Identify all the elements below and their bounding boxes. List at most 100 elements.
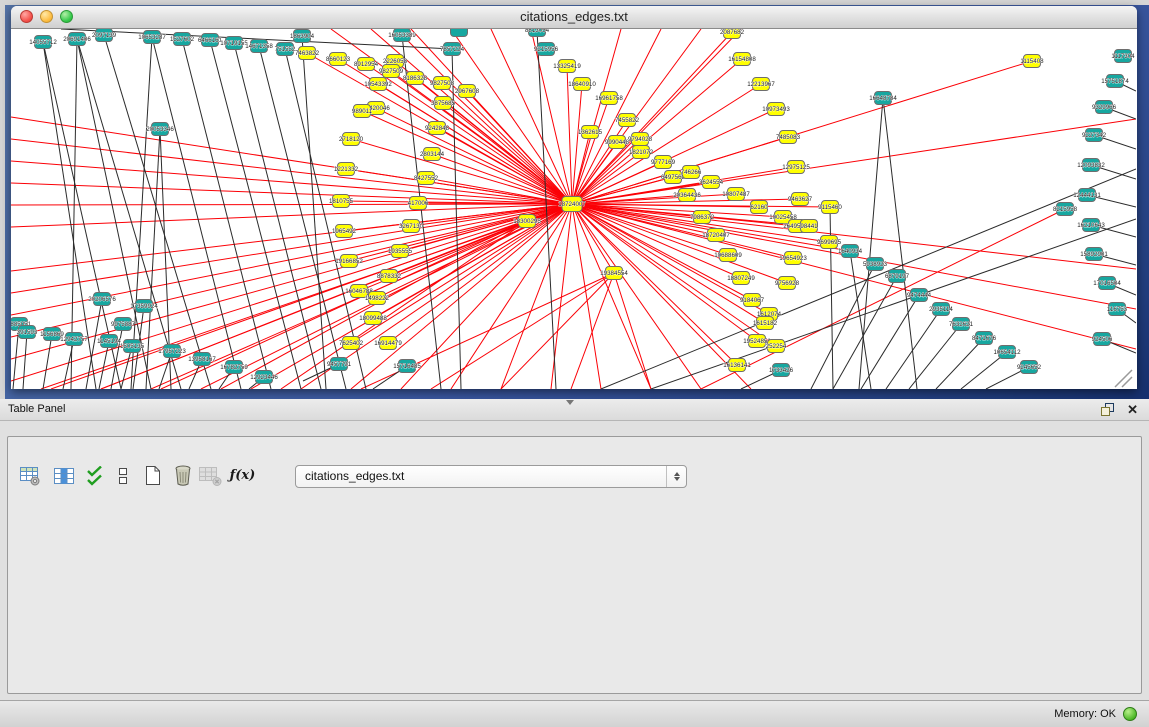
edge[interactable] [572, 204, 1136, 269]
edge[interactable] [443, 103, 572, 204]
edge[interactable] [572, 142, 617, 204]
edge[interactable] [886, 309, 941, 389]
edge[interactable] [99, 341, 109, 389]
node-label: 10653287 [138, 34, 166, 41]
node-label: 924506 [1092, 336, 1113, 343]
delete-rows-icon[interactable] [169, 462, 196, 489]
table-selector-dropdown[interactable]: citations_edges.txt [295, 465, 687, 488]
node-label: 9115460 [818, 204, 842, 211]
close-window-icon[interactable] [20, 10, 33, 23]
edge[interactable] [234, 43, 321, 389]
node-label: 18724007 [558, 201, 586, 208]
edge[interactable] [376, 108, 572, 204]
node-label: 13325419 [553, 63, 581, 70]
node-label: 10543392 [364, 81, 392, 88]
node-label: 2718120 [339, 136, 364, 143]
splitter-handle-icon[interactable] [566, 400, 574, 405]
close-panel-icon[interactable]: ✕ [1127, 399, 1138, 420]
node-label: 7632621 [949, 321, 974, 328]
edge[interactable] [41, 221, 527, 389]
node-label: 2935114 [929, 306, 953, 313]
canvas-resize-grip [1115, 370, 1132, 387]
memory-status-label: Memory: OK [1054, 701, 1116, 727]
node-label: 2097139 [92, 32, 117, 39]
edge[interactable] [442, 83, 572, 204]
edge[interactable] [833, 276, 897, 389]
edge[interactable] [210, 40, 301, 389]
node-label: 9242848 [425, 125, 450, 132]
edge[interactable] [43, 334, 52, 389]
table-panel-title: Table Panel [8, 399, 66, 420]
table-panel-body: ƒ(x) citations_edges.txt namein_degreeye… [0, 421, 1149, 700]
edge[interactable] [909, 324, 961, 389]
new-table-icon[interactable] [139, 462, 166, 489]
edge[interactable] [437, 128, 572, 204]
table-selector-value: citations_edges.txt [305, 466, 404, 487]
node-label: 391593 [17, 329, 38, 336]
node-label: 9463627 [788, 196, 813, 203]
node-label: 16648784 [869, 95, 897, 102]
edge[interactable] [491, 29, 572, 204]
node-label: 7463822 [295, 50, 320, 57]
table-settings-icon[interactable] [16, 462, 43, 489]
node-label: 15751874 [1101, 78, 1129, 85]
edge[interactable] [11, 204, 572, 293]
node-label: 9975887 [111, 321, 136, 328]
edge[interactable] [859, 98, 883, 389]
node-label: 8471676 [972, 335, 997, 342]
edge[interactable] [572, 152, 641, 204]
node-label: 18807249 [727, 275, 755, 282]
node-label: 9827509 [379, 68, 404, 75]
node-label: 3624554 [699, 179, 724, 186]
edge[interactable] [861, 295, 919, 389]
show-columns-icon[interactable] [50, 462, 77, 489]
node-label: 1640934 [838, 248, 863, 255]
edge[interactable] [11, 139, 572, 204]
minimize-window-icon[interactable] [40, 10, 53, 23]
node-label: 9227342 [1082, 132, 1107, 139]
edge[interactable] [302, 36, 326, 389]
edge[interactable] [11, 183, 572, 204]
edge[interactable] [571, 273, 614, 389]
zoom-window-icon[interactable] [60, 10, 73, 23]
edge[interactable] [467, 91, 572, 204]
edge[interactable] [432, 154, 572, 204]
network-window-titlebar[interactable]: citations_edges.txt [11, 6, 1137, 29]
node-label: 16210643 [1077, 222, 1105, 229]
node-label: 1863904 [290, 33, 315, 40]
node-label: 1615182 [753, 320, 778, 327]
node-label: 252254 [766, 343, 787, 350]
node-label: 16053389 [388, 32, 416, 39]
edge[interactable] [11, 204, 572, 205]
node-label: 12093832 [1077, 162, 1105, 169]
node-label: 20364436 [673, 192, 701, 199]
memory-status-icon[interactable] [1123, 707, 1137, 721]
edge[interactable] [11, 161, 572, 204]
node-label: 1117304 [1111, 53, 1135, 60]
node-label: 6466161 [198, 37, 223, 44]
select-all-icon[interactable] [81, 462, 108, 489]
network-canvas[interactable]: 1405571220691406209713910653287152760264… [11, 29, 1137, 389]
node-label: 10688609 [714, 252, 742, 259]
node-label: 12213967 [747, 81, 775, 88]
edge[interactable] [401, 204, 572, 389]
node-label: 9474444 [907, 292, 932, 299]
node-label: 7625402 [339, 340, 364, 347]
node-label: 8878332 [377, 273, 402, 280]
edge[interactable] [23, 332, 27, 389]
node-label: 9215956 [534, 46, 559, 53]
row-height-icon[interactable] [109, 462, 136, 489]
node-label: 8186328 [403, 75, 428, 82]
network-node[interactable] [451, 29, 468, 37]
node-label: 1810755 [329, 198, 354, 205]
function-builder-icon[interactable]: ƒ(x) [229, 462, 256, 489]
node-label: 17016504 [1093, 280, 1121, 287]
node-label: 12975125 [782, 164, 810, 171]
float-panel-icon[interactable] [1101, 403, 1115, 416]
edge[interactable] [111, 324, 123, 389]
node-label: 9184067 [740, 297, 765, 304]
node-label: 8215958 [1053, 206, 1078, 213]
edge[interactable] [811, 264, 875, 389]
edge[interactable] [51, 204, 572, 389]
edge[interactable] [501, 273, 614, 389]
